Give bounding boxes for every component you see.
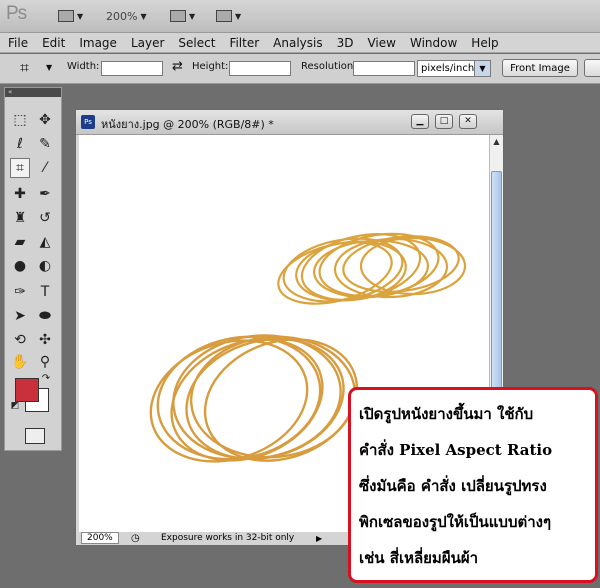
- status-info-icon[interactable]: ◷: [131, 532, 140, 545]
- swap-dimensions-icon[interactable]: ⇄: [172, 59, 183, 74]
- chevron-down-icon: ▼: [189, 11, 196, 21]
- paint-bucket-tool-icon[interactable]: ◭: [35, 232, 55, 252]
- width-label: Width:: [67, 61, 100, 72]
- resolution-unit-select[interactable]: pixels/inch ▼: [417, 60, 491, 77]
- launch-bridge-button[interactable]: ▼: [58, 8, 83, 24]
- quick-selection-tool-icon[interactable]: ✎: [35, 134, 55, 154]
- arrange-documents-button[interactable]: ▼: [170, 8, 195, 24]
- chevron-down-icon: ▼: [77, 11, 84, 21]
- chevron-down-icon: ▼: [474, 61, 490, 76]
- photoshop-logo: Ps: [6, 3, 27, 24]
- status-menu-arrow-icon[interactable]: ▶: [316, 532, 322, 545]
- crop-tool-icon[interactable]: ⌗: [10, 158, 30, 178]
- chevron-down-icon: ▼: [235, 11, 242, 21]
- dodge-tool-icon[interactable]: ◐: [35, 256, 55, 276]
- blur-tool-icon[interactable]: ●: [10, 256, 30, 276]
- zoom-level-dropdown[interactable]: 200% ▼: [106, 8, 147, 24]
- callout-line: คำสั่ง Pixel Aspect Ratio: [359, 441, 553, 459]
- menu-file[interactable]: File: [8, 36, 28, 50]
- clone-stamp-tool-icon[interactable]: ♜: [10, 208, 30, 228]
- application-bar: Ps ▼ 200% ▼ ▼ ▼: [0, 0, 600, 33]
- callout-line: ซึ่งมันคือ คำสั่ง เปลี่ยนรูปทรง: [359, 477, 547, 495]
- menu-window[interactable]: Window: [410, 36, 457, 50]
- type-tool-icon[interactable]: T: [35, 282, 55, 302]
- menu-help[interactable]: Help: [471, 36, 498, 50]
- resolution-unit-value: pixels/inch: [421, 63, 475, 74]
- pen-tool-icon[interactable]: ✑: [10, 282, 30, 302]
- annotation-callout: เปิดรูปหนังยางขึ้นมา ใช้กับ คำสั่ง Pixel…: [348, 387, 598, 583]
- height-label: Height:: [192, 61, 229, 72]
- lasso-tool-icon[interactable]: ℓ: [10, 134, 30, 154]
- menu-3d[interactable]: 3D: [337, 36, 354, 50]
- minimize-button[interactable]: ▁: [411, 114, 429, 129]
- default-colors-icon[interactable]: ◩: [9, 400, 21, 412]
- zoom-tool-icon[interactable]: ⚲: [35, 352, 55, 372]
- crop-tool-preset-icon[interactable]: ⌗: [20, 58, 29, 78]
- screen-mode-icon: [216, 10, 232, 22]
- callout-line: เปิดรูปหนังยางขึ้นมา ใช้กับ: [359, 405, 534, 423]
- 3d-rotate-tool-icon[interactable]: ⟲: [10, 330, 30, 350]
- menu-analysis[interactable]: Analysis: [273, 36, 322, 50]
- marquee-tool-icon[interactable]: ⬚: [10, 110, 30, 130]
- width-field[interactable]: [101, 61, 163, 76]
- status-text: Exposure works in 32-bit only: [161, 533, 295, 543]
- quick-mask-button[interactable]: [25, 428, 45, 444]
- photoshop-document-icon: Ps: [81, 115, 95, 129]
- maximize-button[interactable]: □: [435, 114, 453, 129]
- menu-view[interactable]: View: [367, 36, 395, 50]
- chevron-down-icon[interactable]: ▼: [46, 63, 52, 72]
- swap-colors-icon[interactable]: ↷: [39, 372, 53, 384]
- resolution-label: Resolution:: [301, 61, 357, 72]
- menu-image[interactable]: Image: [79, 36, 117, 50]
- chevron-down-icon: ▼: [140, 11, 147, 21]
- ellipse-tool-icon[interactable]: ⬬: [35, 306, 55, 326]
- screen-mode-button[interactable]: ▼: [216, 8, 241, 24]
- menu-select[interactable]: Select: [178, 36, 215, 50]
- hand-tool-icon[interactable]: ✋: [10, 352, 30, 372]
- document-title-bar[interactable]: Ps หนังยาง.jpg @ 200% (RGB/8#) * ▁ □ ✕: [76, 110, 503, 135]
- film-strip-icon: [58, 10, 74, 22]
- history-brush-tool-icon[interactable]: ↺: [35, 208, 55, 228]
- foreground-color-swatch[interactable]: [15, 378, 39, 402]
- layout-grid-icon: [170, 10, 186, 22]
- scroll-up-icon[interactable]: ▲: [490, 135, 503, 149]
- path-selection-tool-icon[interactable]: ➤: [10, 306, 30, 326]
- zoom-field[interactable]: 200%: [81, 532, 119, 544]
- resolution-field[interactable]: [353, 61, 415, 76]
- panel-collapse-icon[interactable]: «: [5, 88, 61, 97]
- callout-line: พิกเซลของรูปให้เป็นแบบต่างๆ: [359, 513, 552, 531]
- move-tool-icon[interactable]: ✥: [35, 110, 55, 130]
- eraser-tool-icon[interactable]: ▰: [10, 232, 30, 252]
- height-field[interactable]: [229, 61, 291, 76]
- healing-brush-tool-icon[interactable]: ✚: [10, 184, 30, 204]
- options-bar: ⌗ ▼ Width: ⇄ Height: Resolution: pixels/…: [0, 54, 600, 84]
- brush-tool-icon[interactable]: ✒: [35, 184, 55, 204]
- clear-button[interactable]: [584, 59, 600, 77]
- menu-edit[interactable]: Edit: [42, 36, 65, 50]
- zoom-level-value: 200%: [106, 9, 138, 23]
- close-button[interactable]: ✕: [459, 114, 477, 129]
- menu-bar: File Edit Image Layer Select Filter Anal…: [0, 33, 600, 53]
- document-title: หนังยาง.jpg @ 200% (RGB/8#) *: [101, 118, 274, 131]
- tools-panel: « ⬚ ✥ ℓ ✎ ⌗ ⁄ ✚ ✒ ♜ ↺ ▰ ◭ ● ◐ ✑ T ➤ ⬬ ⟲ …: [4, 87, 62, 451]
- front-image-button[interactable]: Front Image: [502, 59, 578, 77]
- 3d-camera-tool-icon[interactable]: ✣: [35, 330, 55, 350]
- menu-filter[interactable]: Filter: [229, 36, 259, 50]
- callout-line: เช่น สี่เหลี่ยมผืนผ้า: [359, 549, 479, 567]
- eyedropper-tool-icon[interactable]: ⁄: [35, 158, 55, 178]
- menu-layer[interactable]: Layer: [131, 36, 164, 50]
